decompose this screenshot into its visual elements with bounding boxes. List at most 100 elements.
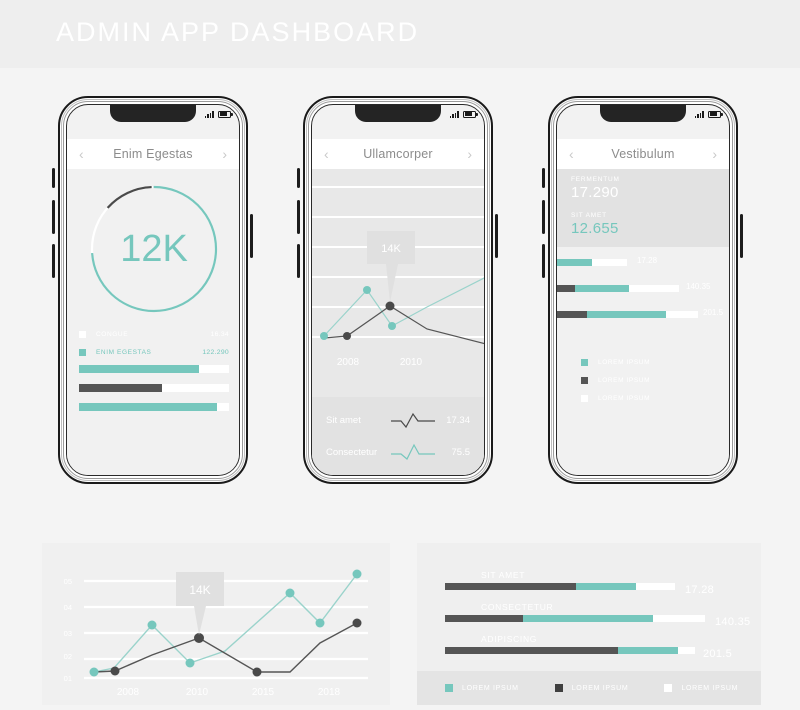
bar-value-consectetur: 140.35 [715, 616, 751, 628]
sparkline-icon-dark [388, 411, 438, 429]
phone-side-button-volume-up[interactable] [52, 200, 55, 234]
stacked-bar [557, 311, 698, 318]
x-tick-2008: 2008 [337, 357, 360, 368]
bar-group-adipiscing: ADIPISCING 201.5 [445, 634, 735, 660]
chevron-right-icon[interactable]: › [712, 146, 717, 162]
phone-notch [355, 105, 441, 122]
legend-item: LOREM IPSUM [581, 391, 650, 406]
chevron-left-icon[interactable]: ‹ [79, 146, 84, 162]
status-bar [694, 108, 723, 120]
bar-value-2: 140.35 [686, 282, 711, 291]
legend-label-1: LOREM IPSUM [598, 359, 651, 366]
app-navbar-3: ‹ Vestibulum › [557, 139, 729, 169]
phone-side-button-volume-down[interactable] [52, 244, 55, 278]
chevron-left-icon[interactable]: ‹ [324, 146, 329, 162]
bar-segment-white [592, 259, 627, 266]
progress-bar-track [79, 365, 229, 373]
legend-swatch-dark [581, 377, 588, 384]
bar-group-consectetur: CONSECTETUR 140.35 [445, 602, 750, 628]
stat-value-sit-amet: 17.34 [446, 414, 470, 426]
y-tick-02: 02 [64, 652, 72, 661]
progress-bar-fill [79, 384, 162, 392]
phone-side-button-mute[interactable] [542, 168, 545, 188]
phone-side-button-volume-up[interactable] [297, 200, 300, 234]
phone2-stats-panel: Sit amet 17.34 Consectetur 75.5 [312, 397, 484, 475]
donut-center-value: 12K [120, 228, 188, 270]
chevron-left-icon[interactable]: ‹ [569, 146, 574, 162]
bar-value-sit-amet: 17.28 [685, 584, 715, 596]
y-tick-05: 05 [64, 577, 72, 586]
tooltip-tail [194, 606, 206, 635]
legend-item: LOREM IPSUM [581, 373, 650, 388]
legend-item: ENIM EGESTAS 122.290 [79, 345, 229, 360]
kpi-value-fermentum: 17.290 [571, 184, 619, 201]
progress-bar-track [79, 384, 229, 392]
phone-side-button-volume-down[interactable] [542, 244, 545, 278]
chevron-right-icon[interactable]: › [467, 146, 472, 162]
bar-segment-white [677, 647, 695, 654]
phone-mockup-1: ‹ Enim Egestas › 12K CONGUE 16.34 ENIM E… [50, 96, 255, 486]
phone2-line-chart: 14K 2008 2010 [312, 186, 484, 368]
bar-value-adipiscing: 201.5 [703, 648, 733, 660]
chevron-right-icon[interactable]: › [222, 146, 227, 162]
bottom-bar-chart-panel: SIT AMET 17.28 CONSECTETUR 140.35 ADIPIS… [417, 543, 761, 705]
x-tick-2018: 2018 [318, 687, 341, 698]
bar-segment-teal [575, 285, 629, 292]
tooltip-value: 14K [381, 243, 401, 255]
phone-mockup-2: ‹ Ullamcorper › 14K 2008 2010 Sit amet 1… [295, 96, 500, 486]
stacked-bar [445, 583, 675, 590]
legend-label-3: LOREM IPSUM [598, 395, 651, 402]
phone3-kpi-panel: FERMENTUM 17.290 SIT AMET 12.655 [557, 169, 729, 247]
stat-row-sit-amet: Sit amet 17.34 [326, 405, 470, 435]
legend-item: LOREM IPSUM [445, 684, 519, 692]
legend-label-congue: CONGUE [96, 331, 129, 338]
bar-segment-white [628, 285, 679, 292]
bar-label-consectetur: CONSECTETUR [481, 602, 554, 612]
y-tick-01: 01 [64, 674, 72, 683]
phone-side-button-power[interactable] [250, 214, 253, 258]
bar-segment-white [635, 583, 675, 590]
signal-bars-icon [694, 110, 704, 118]
phone-side-button-mute[interactable] [52, 168, 55, 188]
legend-label-2: LOREM IPSUM [571, 684, 629, 692]
phone-side-button-volume-down[interactable] [297, 244, 300, 278]
app-navbar-1: ‹ Enim Egestas › [67, 139, 239, 169]
legend-swatch-teal [581, 359, 588, 366]
stat-label-consectetur: Consectetur [326, 446, 378, 458]
x-tick-2010: 2010 [400, 357, 423, 368]
legend-swatch-white [581, 395, 588, 402]
sparkline-icon-teal [388, 443, 438, 461]
app-navbar-2: ‹ Ullamcorper › [312, 139, 484, 169]
phone-notch [600, 105, 686, 122]
bar-segment-dark [445, 583, 577, 590]
phone-mockup-3: ‹ Vestibulum › FERMENTUM 17.290 SIT AMET… [540, 96, 745, 486]
progress-bar-track [79, 403, 229, 411]
phone-side-button-power[interactable] [740, 214, 743, 258]
screen-body-1: 12K CONGUE 16.34 ENIM EGESTAS 122.290 [67, 169, 239, 475]
phone-side-button-power[interactable] [495, 214, 498, 258]
legend-swatch-dark [554, 684, 563, 692]
phone-side-button-volume-up[interactable] [542, 200, 545, 234]
stat-value-consectetur: 75.5 [451, 446, 471, 458]
kpi-value-sit-amet: 12.655 [571, 220, 619, 237]
bar-value-3: 201.5 [703, 308, 724, 317]
page-header: ADMIN APP DASHBOARD [0, 0, 800, 68]
stacked-bar [445, 647, 695, 654]
phone-notch [110, 105, 196, 122]
y-tick-04: 04 [64, 603, 72, 612]
bar-label-adipiscing: ADIPISCING [481, 634, 538, 644]
tooltip-value: 14K [189, 583, 210, 597]
dashboard-page: ADMIN APP DASHBOARD ‹ Enim Egestas › 12K… [0, 0, 800, 710]
legend-label-1: LOREM IPSUM [462, 684, 519, 692]
bottom-bar-legend: LOREM IPSUM LOREM IPSUM LOREM IPSUM [417, 671, 761, 705]
legend-label-3: LOREM IPSUM [681, 684, 739, 692]
legend-value-enim-egestas: 122.290 [202, 349, 229, 356]
legend-item: LOREM IPSUM [554, 684, 629, 692]
stacked-bar [557, 259, 627, 266]
progress-bar-fill [79, 365, 199, 373]
highlighted-data-point [385, 301, 395, 311]
phone-side-button-mute[interactable] [297, 168, 300, 188]
battery-icon [708, 110, 723, 118]
donut-chart: 12K [67, 175, 239, 325]
tooltip-tail [386, 264, 398, 302]
